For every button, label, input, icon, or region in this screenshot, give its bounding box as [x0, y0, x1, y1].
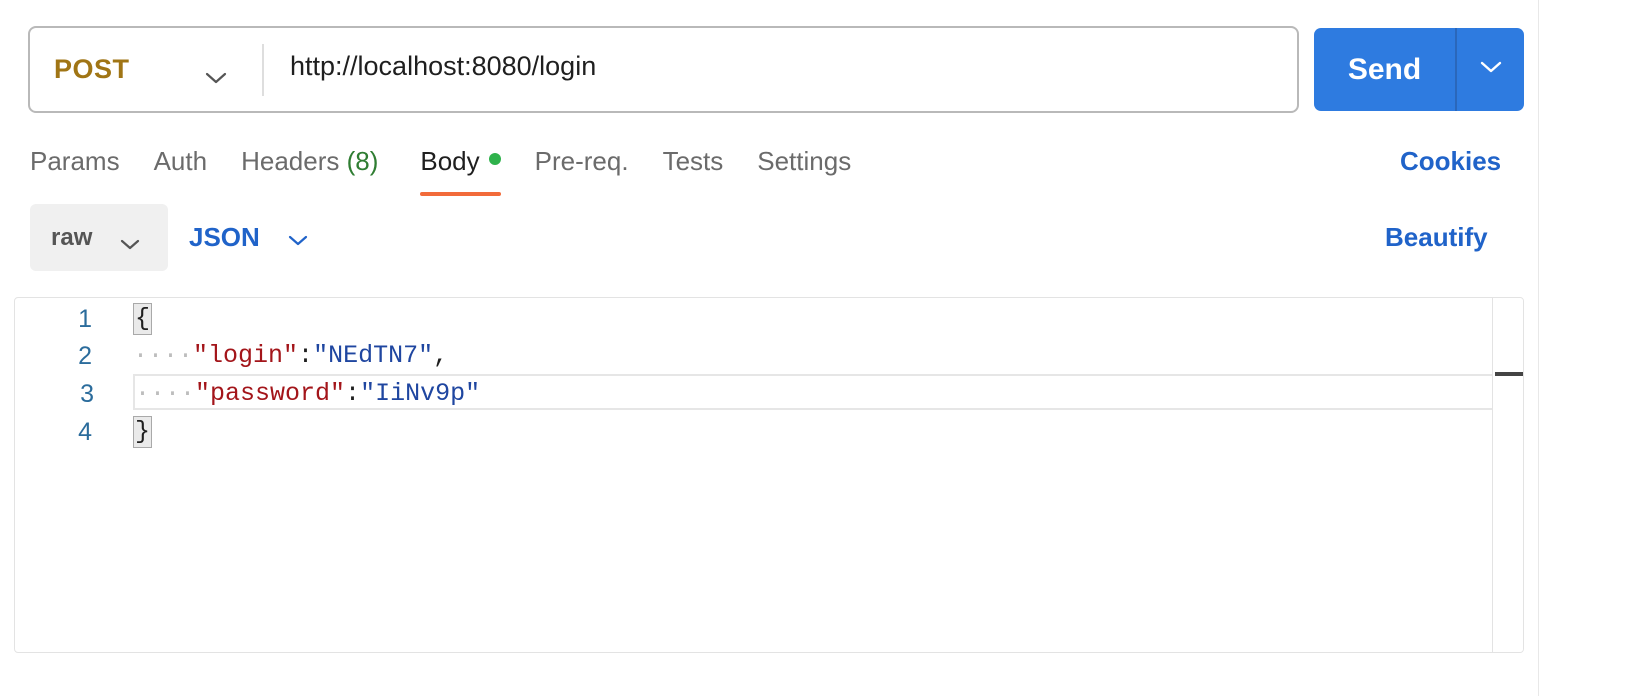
body-language-select[interactable]: JSON	[189, 204, 308, 271]
body-mode-label: raw	[51, 223, 93, 251]
indent-whitespace: ····	[135, 379, 196, 408]
json-colon: :	[345, 379, 361, 408]
indent-whitespace: ····	[133, 341, 194, 370]
tab-headers[interactable]: Headers (8)	[241, 140, 378, 196]
editor-line-current: 3 ····"password":"IiNv9p"	[80, 374, 1521, 412]
tab-label: Pre-req.	[534, 146, 629, 176]
tab-label: Params	[30, 146, 120, 176]
json-key: "login"	[193, 341, 299, 370]
line-number: 3	[80, 380, 94, 408]
panel-divider	[1538, 0, 1539, 696]
brace-close: }	[133, 416, 153, 448]
body-language-label: JSON	[189, 222, 260, 252]
editor-scrollbar[interactable]	[1492, 298, 1523, 652]
json-colon: :	[298, 341, 314, 370]
method-label: POST	[54, 54, 130, 84]
url-input[interactable]: http://localhost:8080/login	[264, 28, 1297, 111]
method-select[interactable]: POST	[30, 28, 262, 111]
send-button[interactable]: Send	[1314, 28, 1455, 111]
json-comma: ,	[433, 341, 449, 370]
tab-settings[interactable]: Settings	[757, 140, 851, 196]
body-indicator-dot	[488, 153, 501, 165]
send-dropdown-button[interactable]	[1457, 28, 1524, 111]
request-bar: POST http://localhost:8080/login	[28, 26, 1299, 113]
chevron-down-icon	[205, 61, 227, 92]
body-mode-select[interactable]: raw	[30, 204, 168, 271]
tab-label: Settings	[757, 146, 852, 176]
chevron-down-icon	[120, 230, 140, 258]
brace-open: {	[133, 303, 153, 335]
editor-line: 2 ····"login":"NEdTN7",	[15, 338, 1493, 374]
line-number: 2	[78, 342, 92, 370]
line-code: ····"login":"NEdTN7",	[133, 338, 448, 374]
line-code: {	[133, 301, 153, 337]
json-value: "NEdTN7"	[313, 341, 434, 370]
tab-auth[interactable]: Auth	[154, 140, 208, 196]
chevron-down-icon	[288, 223, 308, 254]
chevron-down-icon	[1480, 60, 1502, 79]
beautify-button[interactable]: Beautify	[1385, 222, 1488, 253]
tab-body[interactable]: Body	[420, 140, 501, 196]
tab-label: Body	[420, 146, 480, 176]
headers-count: (8)	[346, 146, 379, 176]
line-number: 4	[78, 418, 92, 446]
cookies-link[interactable]: Cookies	[1400, 146, 1501, 177]
line-code: ····"password":"IiNv9p"	[135, 376, 480, 412]
send-button-group: Send	[1314, 28, 1524, 111]
json-key: "password"	[195, 379, 346, 408]
line-code: }	[133, 414, 153, 450]
request-tabs: Params Auth Headers (8) Body Pre-req. Te…	[30, 140, 885, 196]
tab-label: Auth	[153, 146, 208, 176]
tab-tests[interactable]: Tests	[663, 140, 724, 196]
tab-pre-request[interactable]: Pre-req.	[535, 140, 629, 196]
line-number: 1	[78, 305, 92, 333]
tab-label: Tests	[662, 146, 724, 176]
scrollbar-marker	[1495, 372, 1523, 376]
tab-label: Headers	[241, 146, 340, 176]
editor-line: 4 }	[15, 414, 1493, 450]
tab-params[interactable]: Params	[30, 140, 120, 196]
json-value: "IiNv9p"	[360, 379, 481, 408]
editor-line: 1 {	[15, 301, 1493, 337]
code-editor[interactable]: 1 { 2 ····"login":"NEdTN7", 3 ····"passw…	[14, 297, 1524, 653]
